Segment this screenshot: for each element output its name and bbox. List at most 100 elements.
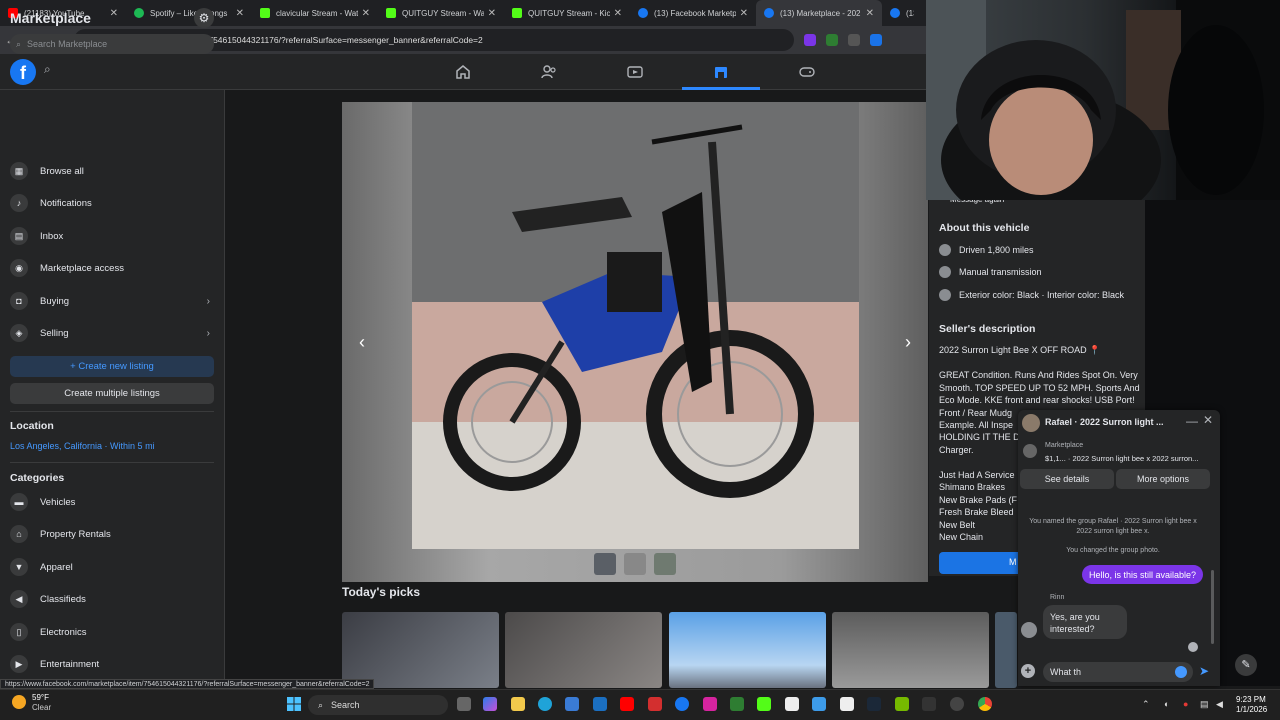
pick-listing-card[interactable] bbox=[832, 612, 989, 688]
browser-tab[interactable]: (13) Facebook Marketpl ✕ bbox=[630, 0, 756, 26]
browser-tab[interactable]: clavicular Stream - Watc ✕ bbox=[252, 0, 378, 26]
copilot-icon[interactable] bbox=[483, 697, 497, 711]
next-photo-icon[interactable]: › bbox=[894, 328, 922, 356]
mail-icon[interactable] bbox=[593, 697, 607, 711]
close-icon[interactable]: ✕ bbox=[1203, 413, 1213, 427]
browser-tab[interactable]: QUITGUY Stream - Kick ✕ bbox=[504, 0, 630, 26]
friends-icon[interactable] bbox=[541, 64, 557, 80]
weather-description[interactable]: Clear bbox=[32, 703, 51, 712]
close-tab-icon[interactable]: ✕ bbox=[362, 8, 370, 19]
instagram-icon[interactable] bbox=[703, 697, 717, 711]
app-icon[interactable] bbox=[922, 697, 936, 711]
chat-title[interactable]: Rafael · 2022 Surron light ... bbox=[1045, 417, 1165, 427]
settings-gear-icon[interactable]: ⚙ bbox=[194, 8, 214, 28]
location-link[interactable]: Los Angeles, California · Within 5 mi bbox=[10, 441, 155, 451]
extension-icon[interactable] bbox=[826, 34, 838, 46]
chrome-icon[interactable] bbox=[978, 697, 992, 711]
chat-scrollbar[interactable] bbox=[1211, 570, 1214, 644]
category-vehicles[interactable]: ▬ Vehicles bbox=[10, 489, 214, 515]
category-entertainment[interactable]: ▶ Entertainment bbox=[10, 651, 214, 677]
create-listing-button[interactable]: + Create new listing bbox=[10, 356, 214, 377]
message-input[interactable]: What th bbox=[1043, 662, 1193, 682]
browser-tab[interactable]: Spotify – Liked Songs ✕ bbox=[126, 0, 252, 26]
pick-listing-card[interactable] bbox=[995, 612, 1017, 688]
clock-time[interactable]: 9:23 PM bbox=[1236, 695, 1266, 704]
extension-icon[interactable] bbox=[804, 34, 816, 46]
app-icon[interactable] bbox=[730, 697, 744, 711]
tray-overflow-icon[interactable]: ⌃ bbox=[1142, 699, 1150, 710]
minimize-icon[interactable]: — bbox=[1186, 414, 1198, 428]
video-icon[interactable] bbox=[627, 64, 643, 80]
previous-photo-icon[interactable]: ‹ bbox=[348, 328, 376, 356]
sidebar-item-inbox[interactable]: ▤ Inbox bbox=[10, 223, 214, 249]
close-tab-icon[interactable]: ✕ bbox=[236, 8, 244, 19]
pick-listing-card[interactable] bbox=[669, 612, 826, 688]
category-apparel[interactable]: ▼ Apparel bbox=[10, 554, 214, 580]
nvidia-icon[interactable] bbox=[895, 697, 909, 711]
sidebar-item-marketplace-access[interactable]: ◉ Marketplace access bbox=[10, 255, 214, 281]
search-icon[interactable]: ⌕ bbox=[44, 62, 51, 77]
close-tab-icon[interactable]: ✕ bbox=[110, 8, 118, 19]
see-details-button[interactable]: See details bbox=[1020, 469, 1114, 489]
send-icon[interactable]: ➤ bbox=[1199, 664, 1209, 678]
gaming-icon[interactable] bbox=[799, 64, 815, 80]
browser-tab-active[interactable]: (13) Marketplace - 202 ✕ bbox=[756, 0, 882, 26]
windows-start-icon[interactable] bbox=[287, 697, 301, 711]
tray-app-icon[interactable]: ◐ bbox=[1164, 699, 1169, 709]
taskbar-search[interactable]: ⌕ Search bbox=[308, 695, 448, 715]
close-tab-icon[interactable]: ✕ bbox=[866, 8, 874, 19]
sidebar-item-selling[interactable]: ◈ Selling › bbox=[10, 320, 214, 346]
storefront-icon: ▦ bbox=[10, 162, 28, 180]
message-seller-button[interactable]: M bbox=[939, 552, 1019, 574]
steam-icon[interactable] bbox=[867, 697, 881, 711]
kick-icon[interactable] bbox=[757, 697, 771, 711]
close-tab-icon[interactable]: ✕ bbox=[614, 8, 622, 19]
marketplace-icon[interactable] bbox=[713, 64, 729, 80]
more-options-button[interactable]: More options bbox=[1116, 469, 1210, 489]
youtube-icon[interactable] bbox=[620, 697, 634, 711]
chat-avatar[interactable] bbox=[1022, 414, 1040, 432]
photo-thumbnail[interactable] bbox=[594, 553, 616, 575]
facebook-logo-icon[interactable]: f bbox=[10, 59, 36, 85]
facebook-icon[interactable] bbox=[675, 697, 689, 711]
sidebar-item-notifications[interactable]: ♪ Notifications bbox=[10, 190, 214, 216]
file-explorer-icon[interactable] bbox=[511, 697, 525, 711]
category-electronics[interactable]: ▯ Electronics bbox=[10, 619, 214, 645]
task-view-icon[interactable] bbox=[457, 697, 471, 711]
network-icon[interactable]: ▤ bbox=[1200, 699, 1209, 710]
browser-tab[interactable]: QUITGUY Stream - Watc ✕ bbox=[378, 0, 504, 26]
photo-thumbnail[interactable] bbox=[654, 553, 676, 575]
pick-listing-card[interactable] bbox=[342, 612, 499, 688]
extension-icon[interactable] bbox=[848, 34, 860, 46]
edge-icon[interactable] bbox=[538, 697, 552, 711]
new-message-icon[interactable]: ✎ bbox=[1235, 654, 1257, 676]
emoji-icon[interactable] bbox=[1175, 666, 1187, 678]
clock-date[interactable]: 1/1/2026 bbox=[1236, 705, 1267, 714]
listing-photo[interactable] bbox=[412, 102, 859, 549]
app-icon[interactable] bbox=[840, 697, 854, 711]
volume-icon[interactable]: ◀ bbox=[1216, 699, 1223, 710]
app-icon[interactable] bbox=[950, 697, 964, 711]
close-tab-icon[interactable]: ✕ bbox=[488, 8, 496, 19]
sidebar-item-buying[interactable]: ◘ Buying › bbox=[10, 288, 214, 314]
microphone-icon[interactable]: ● bbox=[1183, 699, 1188, 709]
home-icon[interactable] bbox=[455, 64, 471, 80]
amazon-icon[interactable] bbox=[785, 697, 799, 711]
photo-thumbnail[interactable] bbox=[624, 553, 646, 575]
create-multiple-listings-button[interactable]: Create multiple listings bbox=[10, 383, 214, 404]
browser-tab[interactable]: (13 bbox=[882, 0, 922, 26]
weather-icon[interactable] bbox=[12, 695, 26, 709]
pick-listing-card[interactable] bbox=[505, 612, 662, 688]
app-icon[interactable] bbox=[648, 697, 662, 711]
category-classifieds[interactable]: ◀ Classifieds bbox=[10, 586, 214, 612]
add-attachment-icon[interactable]: + bbox=[1021, 664, 1035, 678]
close-tab-icon[interactable]: ✕ bbox=[740, 8, 748, 19]
app-icon[interactable] bbox=[812, 697, 826, 711]
category-property-rentals[interactable]: ⌂ Property Rentals bbox=[10, 521, 214, 547]
marketplace-search-input[interactable]: ⌕ Search Marketplace bbox=[10, 34, 214, 54]
sidebar-item-browse-all[interactable]: ▦ Browse all bbox=[10, 158, 214, 184]
todays-picks-heading: Today's picks bbox=[342, 585, 420, 599]
extension-icon[interactable] bbox=[870, 34, 882, 46]
store-icon[interactable] bbox=[565, 697, 579, 711]
weather-temperature[interactable]: 59°F bbox=[32, 693, 49, 702]
